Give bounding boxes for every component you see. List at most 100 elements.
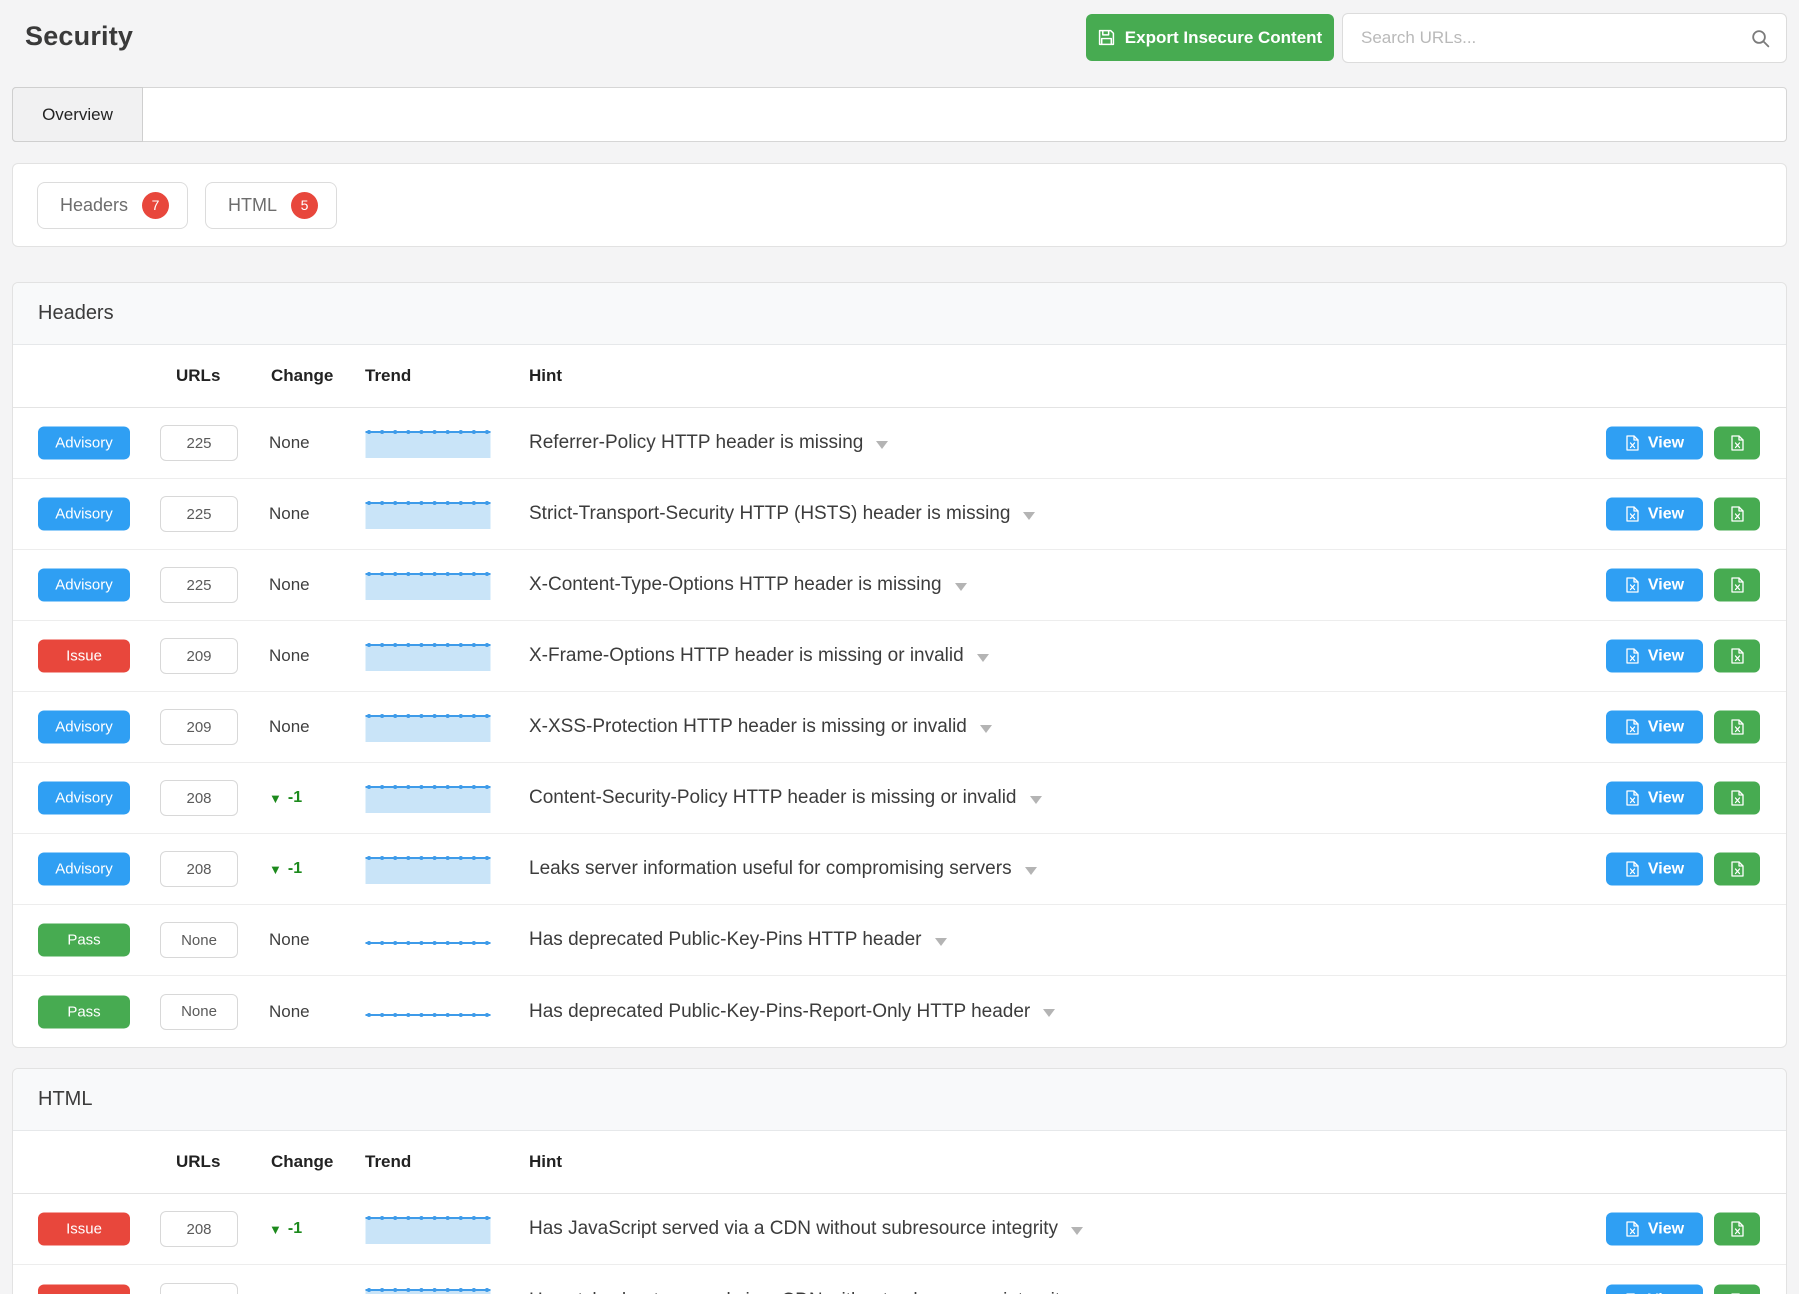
change-value: None (269, 504, 310, 524)
url-count-box: 225 (160, 496, 238, 532)
table-row: Issue208▼-1Has style sheets served via a… (13, 1265, 1786, 1294)
chevron-down-icon[interactable] (977, 654, 989, 662)
hint[interactable]: Strict-Transport-Security HTTP (HSTS) he… (529, 503, 1035, 525)
hint[interactable]: Has deprecated Public-Key-Pins-Report-On… (529, 1001, 1055, 1023)
url-count-box: 225 (160, 567, 238, 603)
view-button[interactable]: View (1606, 1284, 1703, 1294)
export-insecure-content-button[interactable]: Export Insecure Content (1086, 14, 1334, 61)
hint-text: Referrer-Policy HTTP header is missing (529, 432, 863, 454)
change-value: None (269, 433, 310, 453)
search-input[interactable] (1343, 28, 1750, 48)
excel-file-icon (1730, 577, 1745, 594)
url-count-box: 208 (160, 1211, 238, 1247)
url-count-box: None (160, 994, 238, 1030)
export-row-button[interactable] (1714, 640, 1760, 673)
search-icon[interactable] (1750, 28, 1786, 49)
export-row-button[interactable] (1714, 1284, 1760, 1294)
chevron-down-icon[interactable] (935, 938, 947, 946)
export-row-button[interactable] (1714, 427, 1760, 460)
section-html: HTML URLs Change Trend Hint Issue208▼-1H… (12, 1068, 1787, 1294)
chevron-down-icon[interactable] (1043, 1009, 1055, 1017)
view-button[interactable]: View (1606, 1213, 1703, 1246)
export-button-label: Export Insecure Content (1125, 28, 1322, 48)
chevron-down-icon[interactable] (1030, 796, 1042, 804)
filter-pill-headers[interactable]: Headers 7 (37, 182, 188, 229)
export-row-button[interactable] (1714, 498, 1760, 531)
excel-file-icon (1625, 1221, 1640, 1238)
chevron-down-icon[interactable] (876, 441, 888, 449)
tab-overview[interactable]: Overview (12, 87, 143, 142)
trend-sparkline (365, 567, 491, 603)
hint[interactable]: Content-Security-Policy HTTP header is m… (529, 787, 1042, 809)
section-title: HTML (13, 1069, 1786, 1131)
export-row-button[interactable] (1714, 711, 1760, 744)
url-count-box: 209 (160, 709, 238, 745)
view-button[interactable]: View (1606, 498, 1703, 531)
chevron-down-icon[interactable] (1071, 1227, 1083, 1235)
save-icon (1098, 29, 1115, 46)
excel-file-icon (1730, 861, 1745, 878)
pill-count-badge: 7 (142, 192, 169, 219)
view-button[interactable]: View (1606, 569, 1703, 602)
chevron-down-icon[interactable] (1025, 867, 1037, 875)
trend-sparkline (365, 496, 491, 532)
trend-sparkline (365, 1283, 491, 1294)
table-row: PassNoneNoneHas deprecated Public-Key-Pi… (13, 905, 1786, 976)
column-header-hint: Hint (529, 366, 562, 386)
hint-text: X-Frame-Options HTTP header is missing o… (529, 645, 964, 667)
excel-file-icon (1625, 435, 1640, 452)
hint[interactable]: Has style sheets served via a CDN withou… (529, 1290, 1095, 1294)
view-button[interactable]: View (1606, 782, 1703, 815)
table-row: Advisory208▼-1Content-Security-Policy HT… (13, 763, 1786, 834)
trend-sparkline (365, 1211, 491, 1247)
hint[interactable]: Referrer-Policy HTTP header is missing (529, 432, 888, 454)
excel-file-icon (1625, 861, 1640, 878)
view-button[interactable]: View (1606, 853, 1703, 886)
hint[interactable]: Has deprecated Public-Key-Pins HTTP head… (529, 929, 947, 951)
export-row-button[interactable] (1714, 853, 1760, 886)
pill-label: HTML (228, 195, 277, 216)
table-row: Advisory225NoneReferrer-Policy HTTP head… (13, 408, 1786, 479)
change-value: None (269, 930, 310, 950)
table-row: Advisory208▼-1Leaks server information u… (13, 834, 1786, 905)
url-count-box: 209 (160, 638, 238, 674)
change-value: ▼-1 (269, 1220, 302, 1238)
hint-text: Has deprecated Public-Key-Pins-Report-On… (529, 1001, 1030, 1023)
view-button[interactable]: View (1606, 427, 1703, 460)
view-button-label: View (1648, 505, 1684, 523)
hint-text: X-XSS-Protection HTTP header is missing … (529, 716, 967, 738)
status-badge: Advisory (38, 711, 130, 744)
chevron-down-icon[interactable] (980, 725, 992, 733)
hint[interactable]: Leaks server information useful for comp… (529, 858, 1037, 880)
down-triangle-icon: ▼ (269, 792, 282, 805)
hint[interactable]: X-XSS-Protection HTTP header is missing … (529, 716, 992, 738)
hint[interactable]: Has JavaScript served via a CDN without … (529, 1218, 1083, 1240)
status-badge: Advisory (38, 569, 130, 602)
status-badge: Advisory (38, 427, 130, 460)
export-row-button[interactable] (1714, 782, 1760, 815)
excel-file-icon (1625, 719, 1640, 736)
table-body: Advisory 225 None Referrer-Policy HTTP head… (13, 408, 1786, 1047)
hint[interactable]: X-Content-Type-Options HTTP header is mi… (529, 574, 967, 596)
hint[interactable]: X-Frame-Options HTTP header is missing o… (529, 645, 989, 667)
view-button-label: View (1648, 1220, 1684, 1238)
export-row-button[interactable] (1714, 569, 1760, 602)
trend-sparkline (365, 922, 491, 958)
hint-text: Has JavaScript served via a CDN without … (529, 1218, 1058, 1240)
view-button[interactable]: View (1606, 711, 1703, 744)
chevron-down-icon[interactable] (955, 583, 967, 591)
view-button[interactable]: View (1606, 640, 1703, 673)
view-button-label: View (1648, 647, 1684, 665)
status-badge: Issue (38, 640, 130, 673)
excel-file-icon (1730, 719, 1745, 736)
chevron-down-icon[interactable] (1023, 512, 1035, 520)
view-button-label: View (1648, 718, 1684, 736)
filter-pill-html[interactable]: HTML 5 (205, 182, 337, 229)
status-badge: Issue (38, 1213, 130, 1246)
change-value: None (269, 717, 310, 737)
trend-sparkline (365, 638, 491, 674)
view-button-label: View (1648, 860, 1684, 878)
export-row-button[interactable] (1714, 1213, 1760, 1246)
excel-file-icon (1730, 435, 1745, 452)
table-row: PassNoneNoneHas deprecated Public-Key-Pi… (13, 976, 1786, 1047)
